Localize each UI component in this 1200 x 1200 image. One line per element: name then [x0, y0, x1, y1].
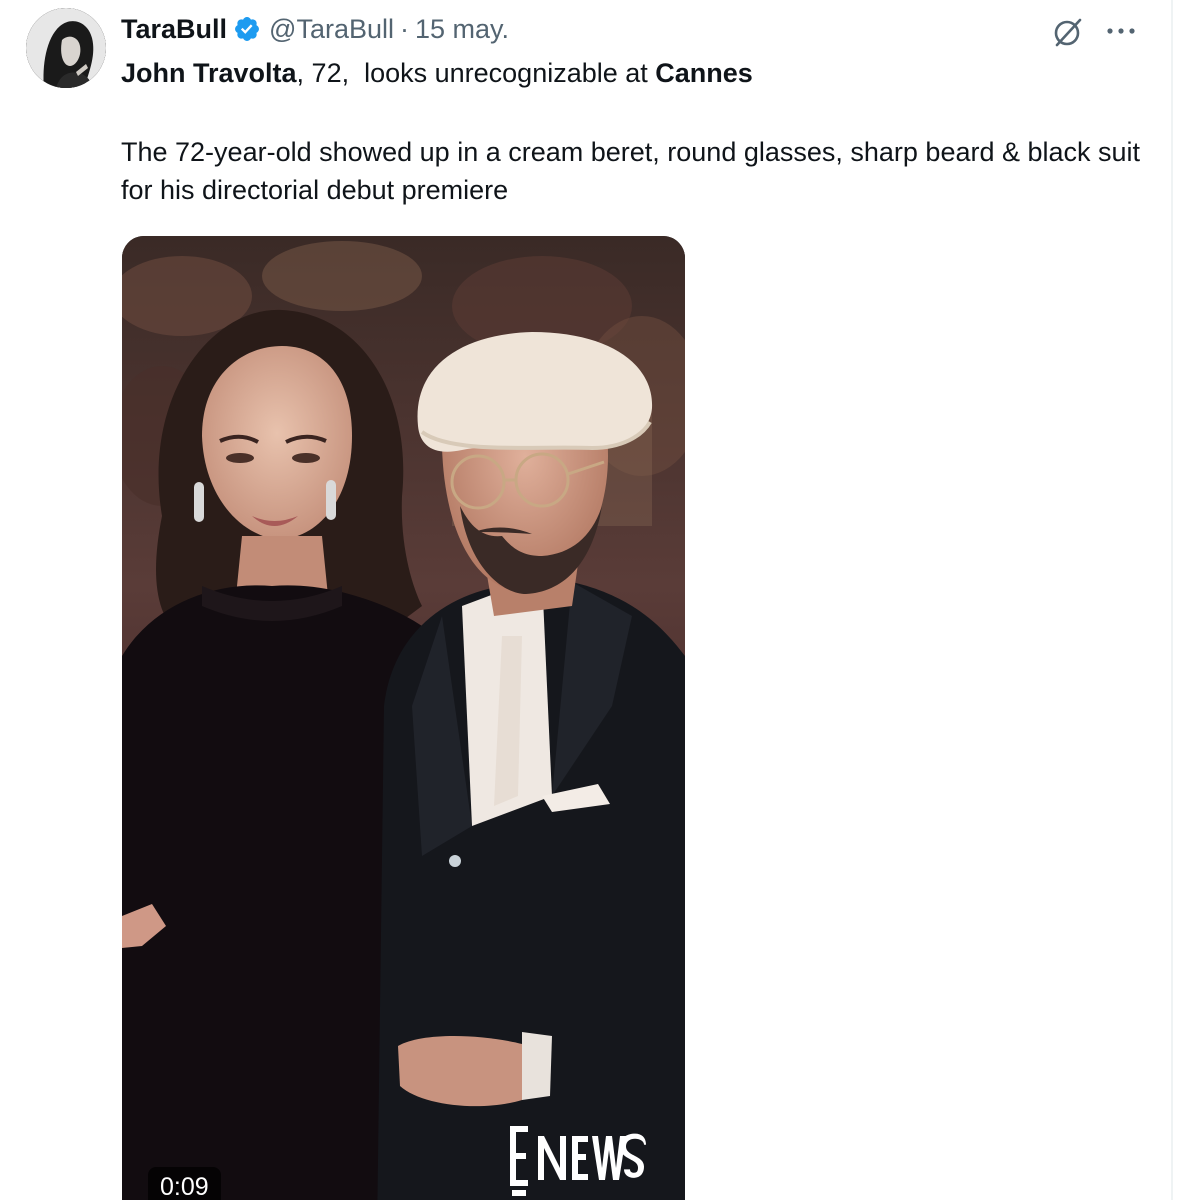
headline-place: Cannes — [655, 58, 753, 88]
tweet-header: TaraBull @TaraBull · 15 may. — [121, 12, 509, 46]
tweet-card: TaraBull @TaraBull · 15 may. John Travol… — [0, 0, 1200, 1200]
video-player[interactable] — [122, 236, 685, 1200]
author-display-name[interactable]: TaraBull — [121, 14, 227, 45]
tweet-text: The 72-year-old showed up in a cream ber… — [121, 137, 1141, 205]
more-dots-icon[interactable] — [1104, 16, 1138, 46]
verified-badge-icon — [235, 17, 259, 41]
author-handle[interactable]: @TaraBull — [269, 14, 394, 45]
enews-watermark-logo — [510, 1126, 646, 1196]
video-duration-badge: 0:09 — [148, 1167, 221, 1200]
timeline-border — [1171, 0, 1173, 1200]
tweet-headline: John Travolta, 72, looks unrecognizable … — [121, 55, 753, 91]
headline-name: John Travolta — [121, 58, 297, 88]
grok-icon[interactable] — [1050, 14, 1086, 50]
header-separator: · — [400, 13, 409, 44]
headline-middle: , 72, looks unrecognizable at — [296, 58, 656, 88]
avatar[interactable] — [26, 8, 106, 88]
video-thumbnail — [122, 236, 685, 1200]
avatar-photo-icon — [26, 8, 106, 88]
tweet-timestamp[interactable]: 15 may. — [415, 14, 509, 45]
